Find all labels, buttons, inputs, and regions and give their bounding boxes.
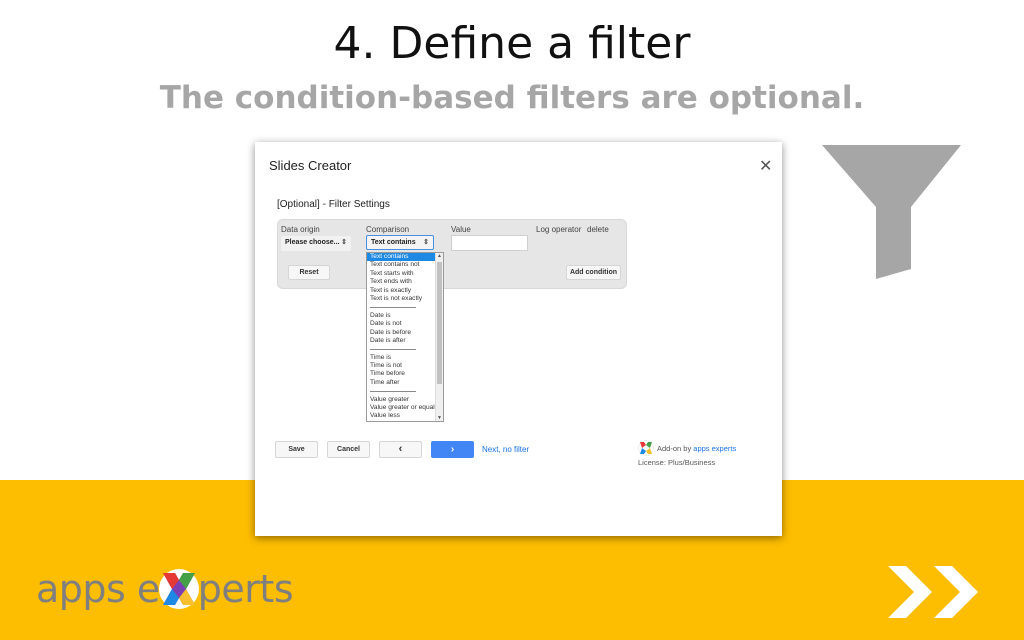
add-condition-button[interactable]: Add condition bbox=[566, 265, 621, 280]
scroll-down-icon[interactable]: ▼ bbox=[437, 415, 442, 421]
dropdown-option[interactable]: Time after bbox=[367, 379, 437, 387]
previous-button[interactable]: ‹ bbox=[379, 441, 422, 458]
select-arrows-icon: ⇕ bbox=[341, 239, 347, 246]
dialog-title: Slides Creator bbox=[269, 158, 352, 173]
close-icon[interactable]: ✕ bbox=[759, 156, 772, 176]
dropdown-option[interactable]: Value less bbox=[367, 412, 437, 420]
next-button[interactable]: › bbox=[431, 441, 474, 458]
scrollbar-thumb[interactable] bbox=[437, 262, 442, 384]
chevron-right-icon: › bbox=[450, 444, 455, 455]
addon-prefix: Add-on by bbox=[657, 444, 694, 453]
slide-title: 4. Define a filter bbox=[333, 18, 691, 69]
save-button[interactable]: Save bbox=[275, 441, 318, 458]
dropdown-option[interactable]: Text contains not bbox=[367, 261, 437, 269]
apps-experts-logo: apps e perts bbox=[36, 566, 294, 612]
addon-credit: Add-on by apps experts bbox=[657, 444, 736, 453]
select-arrows-icon: ⇕ bbox=[423, 239, 429, 246]
dropdown-separator bbox=[367, 345, 434, 353]
apps-experts-link[interactable]: apps experts bbox=[693, 444, 736, 453]
dropdown-option[interactable]: Text starts with bbox=[367, 270, 437, 278]
column-header-data-origin: Data origin bbox=[281, 225, 320, 234]
comparison-selected-value: Text contains bbox=[371, 239, 416, 246]
filter-settings-heading: [Optional] - Filter Settings bbox=[277, 199, 390, 210]
dropdown-scrollbar[interactable]: ▲ ▼ bbox=[435, 253, 443, 421]
next-chevrons-icon[interactable] bbox=[888, 566, 988, 618]
column-header-comparison: Comparison bbox=[366, 225, 410, 234]
dropdown-option[interactable]: Text contains bbox=[367, 253, 437, 262]
column-header-delete: delete bbox=[587, 225, 609, 234]
dropdown-option[interactable]: Time before bbox=[367, 370, 437, 378]
dropdown-option[interactable]: Date is bbox=[367, 312, 437, 320]
column-header-log-operator: Log operator bbox=[536, 225, 582, 234]
slide-subtitle: The condition-based filters are optional… bbox=[159, 80, 865, 116]
value-input[interactable] bbox=[451, 235, 528, 251]
apps-experts-logo-icon bbox=[638, 440, 654, 456]
logo-x-mark bbox=[158, 569, 199, 609]
dropdown-option[interactable]: Date is not bbox=[367, 320, 437, 328]
chevron-left-icon: ‹ bbox=[398, 443, 403, 455]
dropdown-option[interactable]: Value greater or equal bbox=[367, 404, 437, 412]
funnel-icon bbox=[822, 145, 961, 279]
logo-text-right: perts bbox=[197, 567, 294, 611]
dropdown-option[interactable]: Time is not bbox=[367, 362, 437, 370]
dropdown-separator bbox=[367, 303, 434, 311]
dropdown-option[interactable]: Time is bbox=[367, 354, 437, 362]
cancel-button[interactable]: Cancel bbox=[327, 441, 370, 458]
reset-button[interactable]: Reset bbox=[288, 265, 330, 280]
dropdown-option[interactable]: Text is exactly bbox=[367, 287, 437, 295]
data-origin-selected-value: Please choose... bbox=[285, 239, 340, 246]
comparison-dropdown-list: Text contains Text contains not Text sta… bbox=[366, 252, 444, 422]
dropdown-option[interactable]: Date is before bbox=[367, 329, 437, 337]
dropdown-option[interactable]: Value greater bbox=[367, 396, 437, 404]
license-text: License: Plus/Business bbox=[638, 458, 716, 467]
next-no-filter-link[interactable]: Next, no filter bbox=[482, 445, 529, 454]
dropdown-separator bbox=[367, 387, 434, 395]
comparison-select[interactable]: Text contains ⇕ bbox=[366, 235, 434, 250]
data-origin-select[interactable]: Please choose... ⇕ bbox=[281, 236, 351, 251]
column-header-value: Value bbox=[451, 225, 471, 234]
scroll-up-icon[interactable]: ▲ bbox=[437, 253, 442, 259]
dropdown-option[interactable]: Text ends with bbox=[367, 278, 437, 286]
dropdown-option[interactable]: Date is after bbox=[367, 337, 437, 345]
dropdown-option[interactable]: Text is not exactly bbox=[367, 295, 437, 303]
slides-creator-dialog: Slides Creator ✕ [Optional] - Filter Set… bbox=[255, 142, 782, 536]
logo-text-left: apps e bbox=[36, 567, 160, 611]
